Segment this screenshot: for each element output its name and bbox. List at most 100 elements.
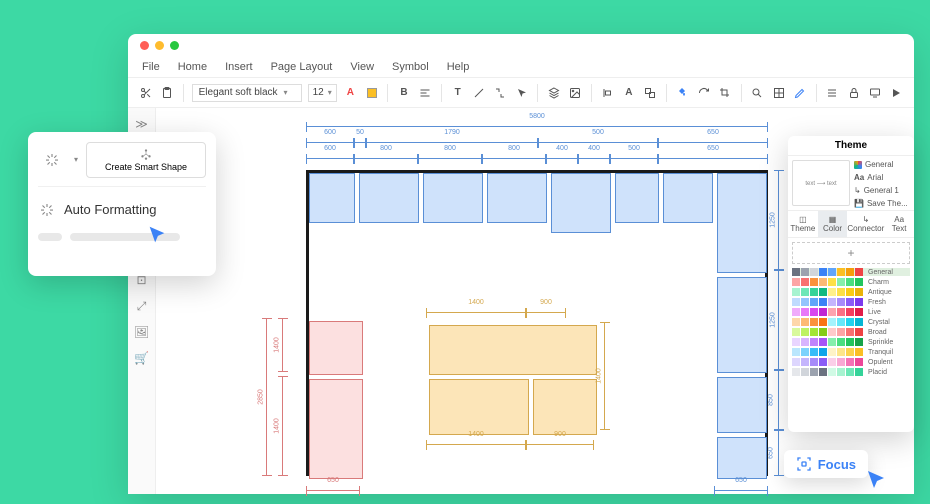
cursor-icon [146,224,168,246]
rail-image-icon[interactable]: 🖼 [134,324,150,340]
shape-text-icon[interactable]: A [621,85,636,101]
cut-icon[interactable] [138,85,153,101]
titlebar [128,34,914,56]
tab-theme[interactable]: ◫Theme [788,211,818,237]
highlight-icon[interactable] [364,85,379,101]
swatch-row[interactable]: Opulent [792,358,910,366]
lock-icon[interactable] [846,85,861,101]
swatch-row[interactable]: Sprinkle [792,338,910,346]
dim-label: 1790 [444,129,460,136]
add-theme-button[interactable]: + [792,242,910,264]
crop-icon[interactable] [717,85,732,101]
align-left-icon[interactable] [600,85,615,101]
group-icon[interactable] [643,85,658,101]
table-icon[interactable] [771,85,786,101]
text-tool-icon[interactable]: T [450,85,465,101]
swatch-row[interactable]: Broad [792,328,910,336]
dim-label: 2850 [257,389,264,405]
dim-label: 50 [356,129,364,136]
dim-label: 900 [540,299,552,306]
minimize-icon[interactable] [155,41,164,50]
auto-formatting-button[interactable]: Auto Formatting [38,201,206,219]
theme-opt-save[interactable]: 💾Save The... [854,199,910,208]
dim-label: 650 [767,447,774,459]
align-icon[interactable] [418,85,433,101]
focus-icon [796,456,812,472]
tab-text[interactable]: AaText [884,211,914,237]
dim-label: 5800 [529,113,545,120]
dim-label: 500 [592,129,604,136]
dim-label: 1400 [595,368,602,384]
theme-opt-general[interactable]: General [854,160,910,169]
focus-label: Focus [818,457,856,472]
rail-shapes-icon[interactable]: ≫ [134,116,150,132]
tab-connector[interactable]: ↳Connector [847,211,884,237]
line-tool-icon[interactable] [471,85,486,101]
dim-label: 1250 [769,212,776,228]
menu-symbol[interactable]: Symbol [392,61,429,73]
rail-cart-icon[interactable]: 🛒 [134,350,150,366]
font-size: 12 [313,87,324,98]
reload-icon[interactable] [696,85,711,101]
pen-icon[interactable] [792,85,807,101]
paste-icon[interactable] [159,85,174,101]
font-size-select[interactable]: 12▾ [308,84,337,102]
image-icon[interactable] [568,85,583,101]
menu-page-layout[interactable]: Page Layout [271,61,333,73]
dim-label: 1250 [769,312,776,328]
dim-label: 650 [707,145,719,152]
cursor-icon [864,468,888,492]
present-icon[interactable] [867,85,882,101]
dim-label: 400 [556,145,568,152]
theme-opt-connector[interactable]: ↳General 1 [854,186,910,195]
dim-label: 650 [707,129,719,136]
menu-help[interactable]: Help [447,61,470,73]
tab-color[interactable]: ▦Color [818,211,848,237]
swatch-row[interactable]: General [792,268,910,276]
auto-formatting-label: Auto Formatting [64,202,157,217]
dim-label: 600 [324,129,336,136]
theme-panel: Theme text ⟶ text General AaArial ↳Gener… [788,136,914,432]
rail-expand-icon[interactable]: ⤢ [134,298,150,314]
theme-preview[interactable]: text ⟶ text [792,160,850,206]
menu-bar: File Home Insert Page Layout View Symbol… [128,56,914,78]
theme-title: Theme [788,136,914,156]
pointer-icon[interactable] [514,85,529,101]
spark-icon[interactable] [38,146,66,174]
spark-dropdown[interactable]: ▾ [74,155,78,164]
connector-icon[interactable] [493,85,508,101]
menu-view[interactable]: View [350,61,374,73]
swatch-row[interactable]: Crystal [792,318,910,326]
create-smart-shape-button[interactable]: Create Smart Shape [86,142,206,178]
bold-icon[interactable]: B [396,85,411,101]
play-icon[interactable] [889,85,904,101]
dim-label: 1400 [468,299,484,306]
dim-label: 400 [588,145,600,152]
toolbar: Elegant soft black▾ 12▾ A B T A [128,78,914,108]
swatch-row[interactable]: Charm [792,278,910,286]
layers-icon[interactable] [546,85,561,101]
swatch-row[interactable]: Placid [792,368,910,376]
dim-label: 1400 [468,431,484,438]
maximize-icon[interactable] [170,41,179,50]
fill-icon[interactable] [675,85,690,101]
menu-insert[interactable]: Insert [225,61,253,73]
dim-label: 650 [735,477,747,484]
auto-formatting-card: ▾ Create Smart Shape Auto Formatting [28,132,216,276]
font-name: Elegant soft black [199,87,278,98]
dim-label: 900 [554,431,566,438]
font-select[interactable]: Elegant soft black▾ [192,84,302,102]
focus-button[interactable]: Focus [784,450,868,478]
swatch-row[interactable]: Live [792,308,910,316]
menu-home[interactable]: Home [178,61,207,73]
swatch-row[interactable]: Tranquil [792,348,910,356]
zoom-icon[interactable] [750,85,765,101]
menu-file[interactable]: File [142,61,160,73]
theme-opt-font[interactable]: AaArial [854,173,910,182]
swatch-row[interactable]: Antique [792,288,910,296]
close-icon[interactable] [140,41,149,50]
swatch-row[interactable]: Fresh [792,298,910,306]
style-icon[interactable] [825,85,840,101]
color-swatches: General Charm Antique Fresh Live Crystal Broad… [788,268,914,378]
font-color-icon[interactable]: A [343,85,358,101]
